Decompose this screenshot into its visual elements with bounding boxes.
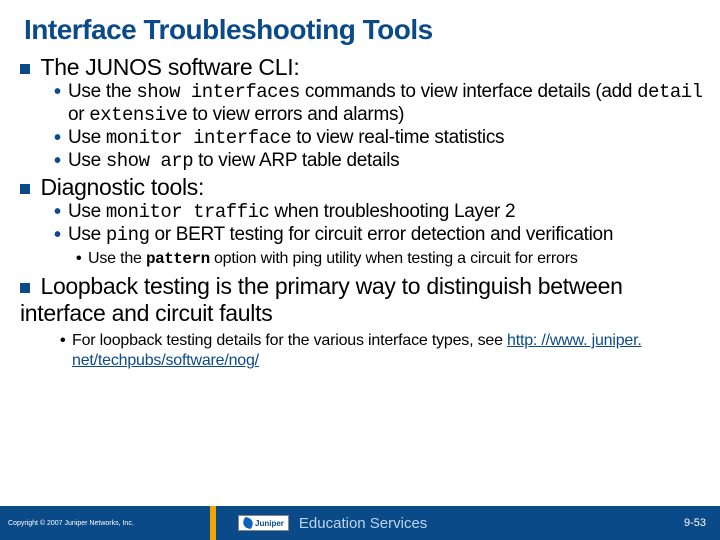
sub-bullet: Use ping or BERT testing for circuit err…	[54, 224, 710, 247]
subsub-bullet: For loopback testing details for the var…	[60, 331, 710, 371]
code-text: ping	[106, 224, 150, 246]
juniper-logo-icon: Juniper	[238, 515, 289, 531]
square-bullet-icon	[20, 283, 30, 293]
sub-list: Use monitor traffic when troubleshooting…	[20, 201, 710, 247]
slide-title: Interface Troubleshooting Tools	[0, 0, 720, 54]
square-bullet-icon	[20, 64, 30, 74]
sub-bullet: Use show arp to view ARP table details	[54, 150, 710, 173]
top-bullet-text: The JUNOS software CLI:	[40, 54, 299, 80]
footer-bar: Copyright © 2007 Juniper Networks, Inc. …	[0, 506, 720, 540]
top-bullet-text: Diagnostic tools:	[40, 174, 204, 200]
top-bullet: The JUNOS software CLI: Use the show int…	[20, 54, 710, 172]
code-bold-text: pattern	[146, 250, 210, 268]
subsub-list: Use the pattern option with ping utility…	[20, 249, 710, 269]
code-text: extensive	[89, 104, 187, 126]
sub-bullet: Use monitor interface to view real-time …	[54, 127, 710, 150]
footer-center: Juniper Education Services	[210, 506, 650, 540]
copyright-text: Copyright © 2007 Juniper Networks, Inc.	[0, 506, 210, 540]
doc-link[interactable]: http: //www. juniper. net/techpubs/softw…	[72, 332, 642, 369]
code-text: show interfaces	[136, 81, 300, 103]
bullet-list: The JUNOS software CLI: Use the show int…	[20, 54, 710, 371]
square-bullet-icon	[20, 184, 30, 194]
code-text: detail	[637, 81, 702, 103]
slide: Interface Troubleshooting Tools The JUNO…	[0, 0, 720, 540]
sub-bullet: Use the show interfaces commands to view…	[54, 81, 710, 127]
subsub-bullet: Use the pattern option with ping utility…	[76, 249, 710, 269]
top-bullet: Loopback testing is the primary way to d…	[20, 273, 710, 371]
brand-name: Juniper	[255, 519, 284, 528]
code-text: monitor interface	[106, 127, 291, 149]
leaf-icon	[242, 517, 255, 530]
subsub-list: For loopback testing details for the var…	[20, 331, 710, 371]
sub-bullet: Use monitor traffic when troubleshooting…	[54, 201, 710, 224]
footer-tag: Education Services	[299, 515, 427, 532]
top-bullet-text: Loopback testing is the primary way to d…	[20, 273, 623, 326]
top-bullet: Diagnostic tools: Use monitor traffic wh…	[20, 174, 710, 269]
sub-list: Use the show interfaces commands to view…	[20, 81, 710, 172]
slide-content: The JUNOS software CLI: Use the show int…	[0, 54, 720, 506]
page-number: 9-53	[650, 506, 720, 540]
brand-logo: Juniper	[238, 515, 289, 531]
code-text: monitor traffic	[106, 201, 270, 223]
code-text: show arp	[106, 150, 193, 172]
